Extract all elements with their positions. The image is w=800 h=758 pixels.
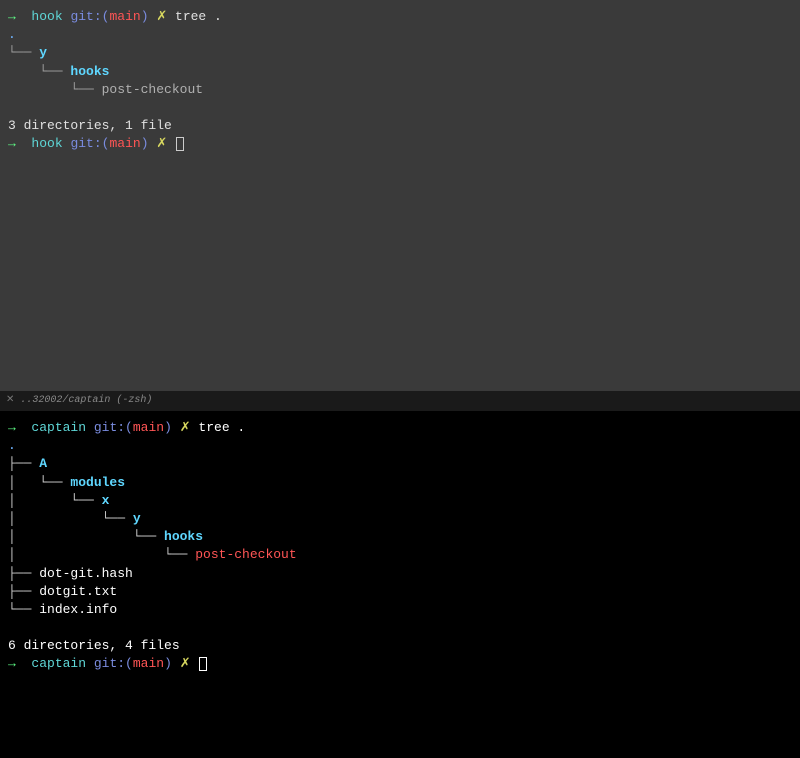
- tree-line: └── hooks: [8, 63, 792, 81]
- file-index-info: index.info: [39, 602, 117, 617]
- git-label-close: ): [141, 136, 149, 151]
- tree-line: │ └── modules: [8, 474, 792, 492]
- tab-close-icon[interactable]: ✕: [6, 394, 14, 408]
- tree-root: .: [8, 437, 792, 455]
- tree-line: │ └── post-checkout: [8, 546, 792, 564]
- prompt-dir: captain: [31, 420, 86, 435]
- folder-a: A: [39, 456, 47, 471]
- tree-line: │ └── hooks: [8, 528, 792, 546]
- git-dirty-icon: ✗: [156, 136, 167, 151]
- file-dotgit-txt: dotgit.txt: [39, 584, 117, 599]
- command-text: tree .: [198, 420, 245, 435]
- folder-modules: modules: [70, 475, 125, 490]
- blank-line: [8, 619, 792, 637]
- cursor: [176, 137, 184, 151]
- file-dot-git-hash: dot-git.hash: [39, 566, 133, 581]
- git-branch: main: [109, 9, 140, 24]
- terminal-pane-bottom[interactable]: → captain git:(main) ✗ tree . . ├── A │ …: [0, 411, 800, 758]
- prompt-arrow-icon: →: [8, 9, 16, 24]
- tree-line: └── y: [8, 44, 792, 62]
- tab-label[interactable]: ..32002/captain (-zsh): [20, 394, 152, 408]
- folder-hooks: hooks: [164, 529, 203, 544]
- git-label: git:(: [70, 136, 109, 151]
- blank-line: [8, 99, 792, 117]
- prompt-arrow-icon: →: [8, 136, 16, 151]
- git-branch: main: [133, 656, 164, 671]
- prompt-arrow-icon: →: [8, 420, 16, 435]
- git-label-close: ): [164, 656, 172, 671]
- tab-bar: ✕ ..32002/captain (-zsh): [0, 391, 800, 411]
- prompt-line: → hook git:(main) ✗ tree .: [8, 8, 792, 26]
- folder-hooks: hooks: [70, 64, 109, 79]
- prompt-dir: hook: [31, 9, 62, 24]
- file-post-checkout: post-checkout: [195, 547, 296, 562]
- tree-summary: 3 directories, 1 file: [8, 117, 792, 135]
- git-label: git:(: [70, 9, 109, 24]
- git-label: git:(: [94, 656, 133, 671]
- tree-line: │ └── y: [8, 510, 792, 528]
- prompt-line: → hook git:(main) ✗: [8, 135, 792, 153]
- git-label: git:(: [94, 420, 133, 435]
- tree-line: └── post-checkout: [8, 81, 792, 99]
- prompt-line: → captain git:(main) ✗: [8, 655, 792, 673]
- folder-y: y: [133, 511, 141, 526]
- tree-summary: 6 directories, 4 files: [8, 637, 792, 655]
- git-dirty-icon: ✗: [180, 420, 191, 435]
- terminal-pane-top[interactable]: → hook git:(main) ✗ tree . . └── y └── h…: [0, 0, 800, 391]
- folder-y: y: [39, 45, 47, 60]
- tree-line: └── index.info: [8, 601, 792, 619]
- prompt-line: → captain git:(main) ✗ tree .: [8, 419, 792, 437]
- file-post-checkout: post-checkout: [102, 82, 203, 97]
- tree-root: .: [8, 26, 792, 44]
- git-branch: main: [109, 136, 140, 151]
- folder-x: x: [102, 493, 110, 508]
- prompt-arrow-icon: →: [8, 656, 16, 671]
- tree-line: ├── dot-git.hash: [8, 565, 792, 583]
- tree-line: ├── dotgit.txt: [8, 583, 792, 601]
- git-label-close: ): [164, 420, 172, 435]
- tree-line: │ └── x: [8, 492, 792, 510]
- git-dirty-icon: ✗: [180, 656, 191, 671]
- tree-line: ├── A: [8, 455, 792, 473]
- git-dirty-icon: ✗: [156, 9, 167, 24]
- command-text: tree .: [175, 9, 222, 24]
- prompt-dir: hook: [31, 136, 62, 151]
- cursor: [199, 657, 207, 671]
- git-label-close: ): [141, 9, 149, 24]
- git-branch: main: [133, 420, 164, 435]
- prompt-dir: captain: [31, 656, 86, 671]
